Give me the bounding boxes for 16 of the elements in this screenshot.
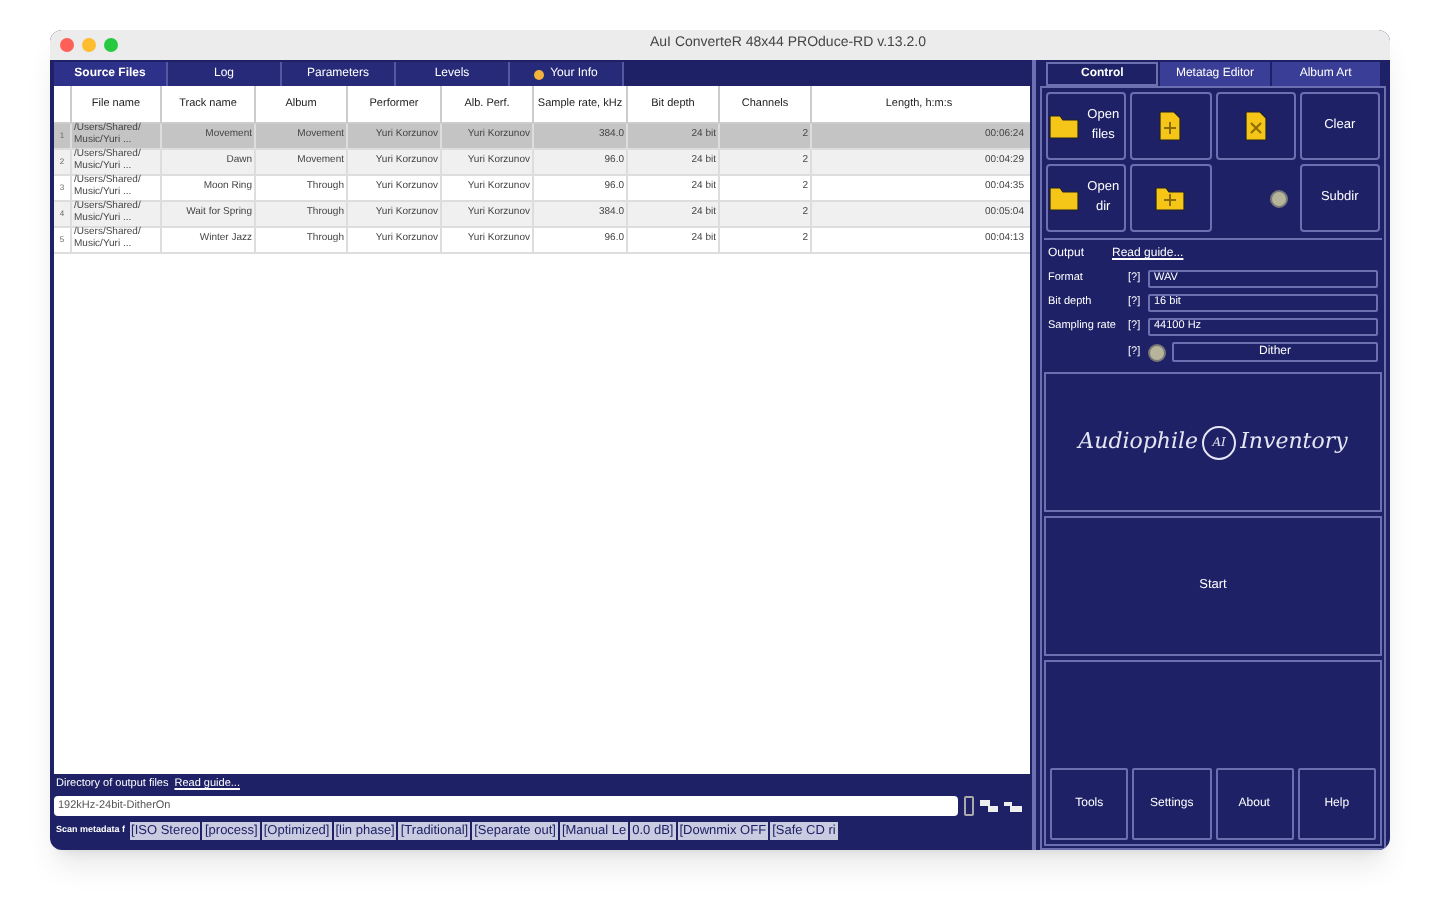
toggle-button[interactable]: [1148, 343, 1166, 361]
folder-icon: [1048, 182, 1080, 214]
browse-button[interactable]: [964, 796, 974, 816]
file-plus-icon: [1154, 110, 1187, 142]
add-remove-button[interactable]: [1130, 164, 1211, 232]
file-x-icon: [1239, 110, 1272, 142]
folder-icon: [1048, 110, 1080, 142]
logo-text: Audiophile: [1078, 425, 1199, 458]
paste-path-icon[interactable]: [1004, 801, 1022, 811]
add-remove-button[interactable]: [1215, 92, 1296, 160]
toggle-button[interactable]: [1269, 189, 1288, 207]
copy-path-icon[interactable]: [980, 800, 998, 812]
folder-plus-icon: [1154, 182, 1187, 214]
add-remove-button[interactable]: [1130, 92, 1211, 160]
close-window-button[interactable]: [60, 38, 74, 52]
logo-text: Inventory: [1240, 425, 1348, 458]
